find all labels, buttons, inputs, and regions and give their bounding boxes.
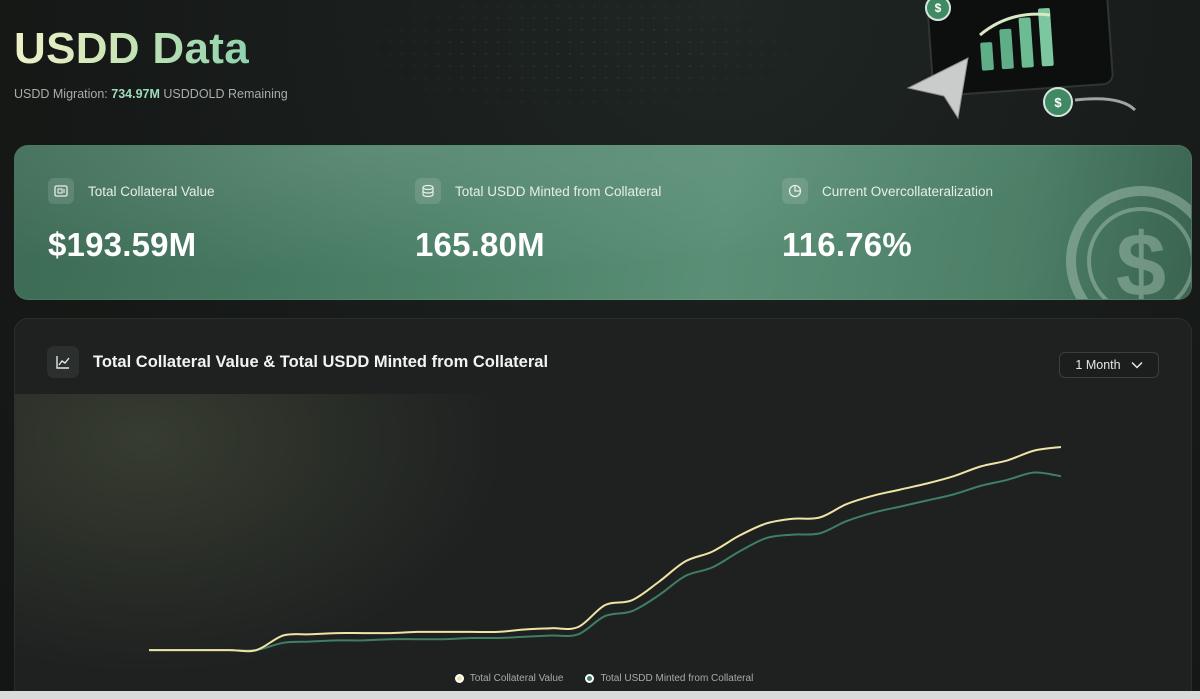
- usdd-data-page: USDD Data USDD Migration: 734.97M USDDOL…: [0, 0, 1200, 699]
- hero-illustration: $ $: [906, 0, 1137, 120]
- migration-value: 734.97M: [111, 87, 160, 101]
- svg-text:$: $: [1054, 95, 1062, 110]
- migration-suffix: USDDOLD Remaining: [163, 87, 288, 101]
- stat-value: $193.59M: [48, 226, 197, 263]
- chart-legend: Total Collateral Value Total USDD Minted…: [15, 673, 1191, 684]
- series-line-total-usdd-minted: [149, 471, 1062, 652]
- chart-card: Total Collateral Value & Total USDD Mint…: [14, 318, 1192, 699]
- legend-label: Total USDD Minted from Collateral: [600, 673, 754, 684]
- vault-icon: [48, 178, 74, 204]
- coin-stack-icon: [415, 178, 441, 204]
- svg-text:$: $: [935, 1, 942, 15]
- stat-value: 165.80M: [415, 226, 545, 263]
- legend-item-collateral[interactable]: Total Collateral Value: [454, 673, 564, 684]
- stat-value: 116.76%: [782, 226, 912, 263]
- line-chart: [149, 446, 1062, 653]
- legend-label: Total Collateral Value: [469, 673, 564, 684]
- window-bottom-bar: [0, 691, 1200, 699]
- migration-label: USDD Migration:: [14, 87, 108, 101]
- legend-dot: [454, 674, 464, 683]
- chart-title: Total Collateral Value & Total USDD Mint…: [93, 352, 549, 371]
- dot-pattern-decoration: [300, 0, 860, 130]
- dollar-coin-icon: $: [1066, 186, 1191, 300]
- legend-item-minted[interactable]: Total USDD Minted from Collateral: [585, 673, 753, 684]
- legend-dot: [585, 674, 595, 683]
- time-range-value: 1 Month: [1075, 358, 1121, 372]
- pie-chart-icon: [782, 178, 808, 204]
- stat-label: Current Overcollateralization: [822, 183, 994, 199]
- stats-panel: $ Total Collateral Value $193.59M Total …: [14, 145, 1192, 300]
- series-line-total-collateral-value: [149, 446, 1062, 653]
- time-range-select[interactable]: 1 Month: [1059, 352, 1159, 378]
- chart-header: Total Collateral Value & Total USDD Mint…: [47, 346, 548, 378]
- migration-status: USDD Migration: 734.97M USDDOLD Remainin…: [14, 87, 288, 101]
- line-chart-icon: [47, 346, 79, 378]
- stat-total-collateral: Total Collateral Value $193.59M: [48, 178, 215, 264]
- chevron-down-icon: [1131, 361, 1143, 369]
- stat-overcollateralization: Current Overcollateralization 116.76%: [782, 178, 993, 264]
- stat-label: Total USDD Minted from Collateral: [455, 183, 662, 199]
- svg-text:$: $: [1116, 216, 1166, 300]
- stat-total-minted: Total USDD Minted from Collateral 165.80…: [415, 178, 661, 264]
- page-title: USDD Data: [14, 24, 249, 73]
- stat-label: Total Collateral Value: [88, 183, 215, 199]
